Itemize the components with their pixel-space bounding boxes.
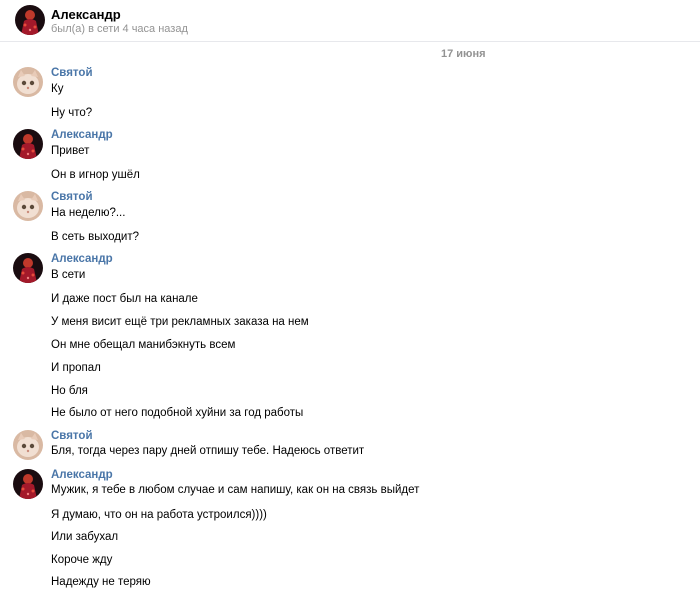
- avatar[interactable]: [13, 191, 43, 221]
- red-avatar-icon: [13, 129, 43, 159]
- cat-avatar-icon: [13, 191, 43, 221]
- last-seen-status: был(а) в сети 4 часа назад: [51, 23, 188, 35]
- message-text: В сети: [51, 269, 86, 281]
- message-text: Он в игнор ушёл: [51, 169, 140, 181]
- message-author[interactable]: Александр: [51, 253, 113, 265]
- chat-title[interactable]: Александр: [51, 7, 121, 22]
- message-text: Он мне обещал манибэкнуть всем: [51, 339, 236, 351]
- red-avatar-icon: [13, 469, 43, 499]
- red-avatar-icon: [15, 5, 45, 35]
- avatar[interactable]: [13, 430, 43, 460]
- message-text: И даже пост был на канале: [51, 293, 198, 305]
- avatar[interactable]: [13, 253, 43, 283]
- red-avatar-icon: [13, 253, 43, 283]
- message-text: Но бля: [51, 385, 88, 397]
- message-text: На неделю?...: [51, 207, 126, 219]
- message-text: И пропал: [51, 362, 101, 374]
- avatar[interactable]: [15, 5, 45, 35]
- avatar[interactable]: [13, 469, 43, 499]
- message-text: Ку: [51, 83, 64, 95]
- date-separator: 17 июня: [441, 48, 486, 60]
- message-text: Короче жду: [51, 554, 113, 566]
- message-text: Не было от него подобной хуйни за год ра…: [51, 407, 304, 419]
- message-text: Мужик, я тебе в любом случае и сам напиш…: [51, 484, 420, 496]
- message-text: Надежду не теряю: [51, 576, 151, 588]
- chat-header: Александр был(а) в сети 4 часа назад: [0, 0, 700, 42]
- message-author[interactable]: Святой: [51, 430, 93, 442]
- avatar[interactable]: [13, 67, 43, 97]
- message-text: Я думаю, что он на работа устроился)))): [51, 509, 267, 521]
- message-text: У меня висит ещё три рекламных заказа на…: [51, 316, 309, 328]
- message-author[interactable]: Александр: [51, 129, 113, 141]
- message-text: Ну что?: [51, 107, 93, 119]
- message-text: Бля, тогда через пару дней отпишу тебе. …: [51, 445, 365, 457]
- message-text: Привет: [51, 145, 90, 157]
- cat-avatar-icon: [13, 67, 43, 97]
- avatar[interactable]: [13, 129, 43, 159]
- message-author[interactable]: Святой: [51, 191, 93, 203]
- cat-avatar-icon: [13, 430, 43, 460]
- message-text: В сеть выходит?: [51, 231, 140, 243]
- message-text: Или забухал: [51, 531, 119, 543]
- message-author[interactable]: Святой: [51, 67, 93, 79]
- message-author[interactable]: Александр: [51, 469, 113, 481]
